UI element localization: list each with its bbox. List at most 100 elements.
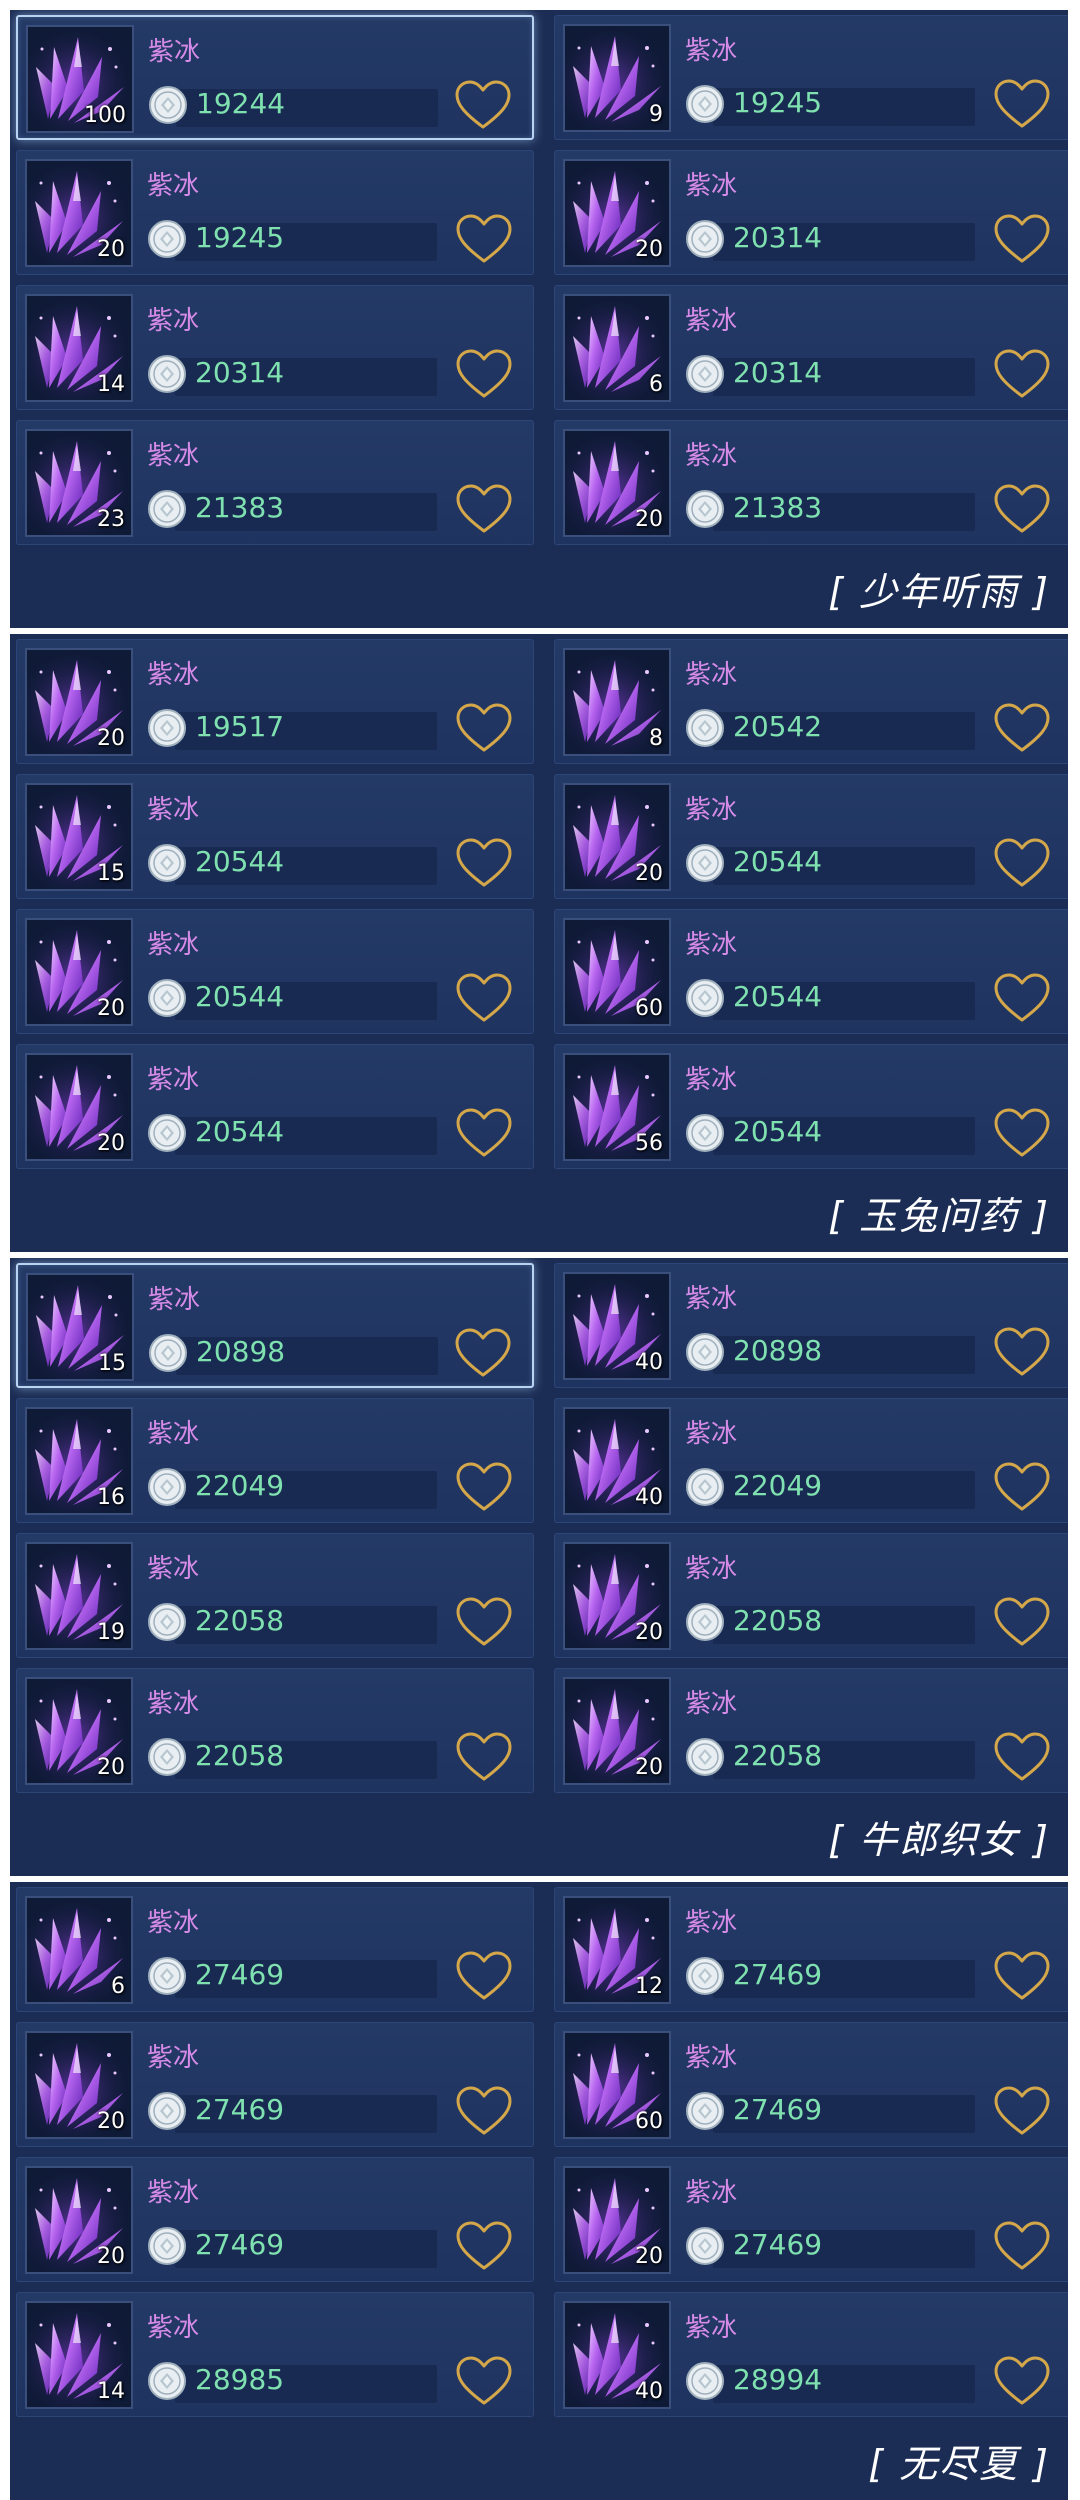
listing-card[interactable]: 20 紫冰 21383: [554, 420, 1068, 545]
heart-outline-icon[interactable]: [455, 348, 513, 400]
heart-outline-icon[interactable]: [455, 1596, 513, 1648]
heart-outline-icon[interactable]: [454, 79, 512, 131]
silver-coin-icon: [148, 2092, 186, 2130]
heart-outline-icon[interactable]: [455, 1950, 513, 2002]
item-slot[interactable]: 20: [563, 2166, 671, 2274]
item-slot[interactable]: 15: [25, 783, 133, 891]
item-slot[interactable]: 16: [25, 1407, 133, 1515]
listing-card[interactable]: 15 紫冰 20544: [16, 774, 534, 899]
heart-outline-icon[interactable]: [455, 1107, 513, 1159]
listing-card[interactable]: 23 紫冰 21383: [16, 420, 534, 545]
item-slot[interactable]: 100: [26, 25, 134, 133]
heart-outline-icon[interactable]: [993, 2355, 1051, 2407]
heart-outline-icon[interactable]: [993, 483, 1051, 535]
item-slot[interactable]: 20: [25, 2166, 133, 2274]
item-slot[interactable]: 9: [563, 24, 671, 132]
item-slot[interactable]: 12: [563, 1896, 671, 2004]
item-slot[interactable]: 20: [25, 1053, 133, 1161]
heart-outline-icon[interactable]: [455, 2355, 513, 2407]
item-slot[interactable]: 14: [25, 2301, 133, 2409]
listing-card[interactable]: 12 紫冰 27469: [554, 1887, 1068, 2012]
listing-card[interactable]: 60 紫冰 20544: [554, 909, 1068, 1034]
heart-outline-icon[interactable]: [993, 837, 1051, 889]
item-slot[interactable]: 8: [563, 648, 671, 756]
listing-card[interactable]: 19 紫冰 22058: [16, 1533, 534, 1658]
item-slot[interactable]: 20: [25, 1677, 133, 1785]
heart-outline-icon[interactable]: [993, 2085, 1051, 2137]
heart-outline-icon[interactable]: [993, 78, 1051, 130]
listing-card[interactable]: 20 紫冰 20544: [16, 909, 534, 1034]
listing-card[interactable]: 20 紫冰 27469: [554, 2157, 1068, 2282]
listing-card[interactable]: 20 紫冰 20314: [554, 150, 1068, 275]
item-slot[interactable]: 56: [563, 1053, 671, 1161]
heart-outline-icon[interactable]: [993, 1731, 1051, 1783]
listing-card[interactable]: 20 紫冰 22058: [554, 1533, 1068, 1658]
listing-card[interactable]: 20 紫冰 19517: [16, 639, 534, 764]
item-slot[interactable]: 23: [25, 429, 133, 537]
listing-card[interactable]: 8 紫冰 20542: [554, 639, 1068, 764]
item-slot[interactable]: 60: [563, 918, 671, 1026]
listing-card[interactable]: 56 紫冰 20544: [554, 1044, 1068, 1169]
listing-card[interactable]: 20 紫冰 22058: [16, 1668, 534, 1793]
heart-outline-icon[interactable]: [993, 1107, 1051, 1159]
item-slot[interactable]: 20: [563, 159, 671, 267]
heart-outline-icon[interactable]: [455, 837, 513, 889]
item-slot[interactable]: 6: [563, 294, 671, 402]
heart-outline-icon[interactable]: [455, 972, 513, 1024]
item-slot[interactable]: 20: [25, 918, 133, 1026]
item-name: 紫冰: [148, 1285, 201, 1315]
listing-card[interactable]: 40 紫冰 22049: [554, 1398, 1068, 1523]
heart-outline-icon[interactable]: [455, 483, 513, 535]
item-slot[interactable]: 20: [25, 648, 133, 756]
listing-card[interactable]: 14 紫冰 28985: [16, 2292, 534, 2417]
item-slot[interactable]: 60: [563, 2031, 671, 2139]
heart-outline-icon[interactable]: [993, 1950, 1051, 2002]
listing-card[interactable]: 100 紫冰 19244: [16, 15, 534, 140]
heart-outline-icon[interactable]: [993, 1461, 1051, 1513]
listing-card[interactable]: 20 紫冰 22058: [554, 1668, 1068, 1793]
item-price: 20544: [195, 1115, 285, 1148]
item-slot[interactable]: 20: [563, 1677, 671, 1785]
item-slot[interactable]: 40: [563, 2301, 671, 2409]
heart-outline-icon[interactable]: [993, 702, 1051, 754]
item-slot[interactable]: 20: [563, 1542, 671, 1650]
heart-outline-icon[interactable]: [455, 213, 513, 265]
heart-outline-icon[interactable]: [993, 972, 1051, 1024]
listing-card[interactable]: 20 紫冰 20544: [16, 1044, 534, 1169]
item-slot[interactable]: 20: [563, 783, 671, 891]
heart-outline-icon[interactable]: [993, 213, 1051, 265]
listing-card[interactable]: 20 紫冰 20544: [554, 774, 1068, 899]
heart-outline-icon[interactable]: [993, 1326, 1051, 1378]
heart-outline-icon[interactable]: [454, 1327, 512, 1379]
heart-outline-icon[interactable]: [455, 2085, 513, 2137]
listing-card[interactable]: 20 紫冰 27469: [16, 2157, 534, 2282]
item-slot[interactable]: 40: [563, 1407, 671, 1515]
listing-card[interactable]: 15 紫冰 20898: [16, 1263, 534, 1388]
listing-card[interactable]: 14 紫冰 20314: [16, 285, 534, 410]
listing-card[interactable]: 40 紫冰 28994: [554, 2292, 1068, 2417]
heart-outline-icon[interactable]: [993, 2220, 1051, 2272]
listing-card[interactable]: 20 紫冰 19245: [16, 150, 534, 275]
item-slot[interactable]: 20: [563, 429, 671, 537]
item-slot[interactable]: 14: [25, 294, 133, 402]
item-slot[interactable]: 6: [25, 1896, 133, 2004]
listing-card[interactable]: 20 紫冰 27469: [16, 2022, 534, 2147]
listing-card[interactable]: 6 紫冰 20314: [554, 285, 1068, 410]
listing-card[interactable]: 40 紫冰 20898: [554, 1263, 1068, 1388]
heart-outline-icon[interactable]: [993, 348, 1051, 400]
listing-card[interactable]: 60 紫冰 27469: [554, 2022, 1068, 2147]
listing-card[interactable]: 16 紫冰 22049: [16, 1398, 534, 1523]
item-slot[interactable]: 20: [25, 2031, 133, 2139]
heart-outline-icon[interactable]: [455, 2220, 513, 2272]
listing-card[interactable]: 9 紫冰 19245: [554, 15, 1068, 140]
item-slot[interactable]: 40: [563, 1272, 671, 1380]
silver-coin-icon: [686, 220, 724, 258]
heart-outline-icon[interactable]: [993, 1596, 1051, 1648]
heart-outline-icon[interactable]: [455, 702, 513, 754]
item-slot[interactable]: 19: [25, 1542, 133, 1650]
item-slot[interactable]: 15: [26, 1273, 134, 1381]
heart-outline-icon[interactable]: [455, 1461, 513, 1513]
item-slot[interactable]: 20: [25, 159, 133, 267]
heart-outline-icon[interactable]: [455, 1731, 513, 1783]
listing-card[interactable]: 6 紫冰 27469: [16, 1887, 534, 2012]
